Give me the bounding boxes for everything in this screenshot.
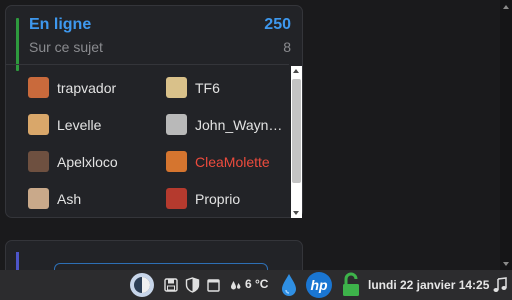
- svg-text:hp: hp: [310, 277, 328, 293]
- avatar: [28, 114, 49, 135]
- drops-icon: [230, 279, 242, 291]
- topic-label: Sur ce sujet: [29, 39, 103, 55]
- user-name: Proprio: [195, 190, 241, 207]
- avatar: [28, 77, 49, 98]
- scrollbar-thumb[interactable]: [292, 79, 301, 183]
- user-name: TF6: [195, 79, 220, 96]
- user-item[interactable]: Proprio: [166, 188, 240, 209]
- user-list-scrollbar[interactable]: [291, 66, 302, 218]
- user-name: trapvador: [57, 79, 117, 96]
- avatar: [28, 151, 49, 172]
- user-list: trapvador TF6 Levelle John_Wayn… Apelxlo…: [6, 64, 289, 221]
- lock-icon[interactable]: [340, 271, 362, 299]
- music-note-icon[interactable]: [492, 276, 508, 294]
- hp-icon[interactable]: hp: [304, 271, 334, 299]
- taskbar-clock[interactable]: lundi 22 janvier 14:25: [368, 278, 489, 292]
- avatar: [166, 114, 187, 135]
- user-item[interactable]: Ash: [28, 188, 81, 209]
- scroll-down-icon[interactable]: [293, 211, 299, 215]
- online-users-panel: En ligne 250 Sur ce sujet 8 trapvador TF…: [5, 5, 303, 218]
- online-count: 250: [264, 16, 291, 33]
- avatar: [166, 77, 187, 98]
- scroll-up-icon[interactable]: [503, 5, 509, 9]
- shield-icon[interactable]: [184, 276, 201, 294]
- avatar: [28, 188, 49, 209]
- user-name: CleaMolette: [195, 153, 270, 170]
- page-scrollbar[interactable]: [500, 0, 512, 270]
- user-item[interactable]: John_Wayn…: [166, 114, 282, 135]
- user-item[interactable]: Levelle: [28, 114, 101, 135]
- avatar: [166, 188, 187, 209]
- user-name: Apelxloco: [57, 153, 118, 170]
- user-name: Levelle: [57, 116, 102, 133]
- online-title: En ligne: [29, 16, 92, 33]
- sun-moon-icon[interactable]: [128, 272, 156, 298]
- save-icon[interactable]: [163, 277, 179, 293]
- water-drop-icon[interactable]: [279, 271, 299, 299]
- user-name: Ash: [57, 190, 82, 207]
- user-item[interactable]: CleaMolette: [166, 151, 270, 172]
- scroll-up-icon[interactable]: [293, 69, 299, 73]
- window-icon[interactable]: [205, 277, 221, 293]
- user-name: John_Wayn…: [195, 116, 283, 133]
- weather-temperature[interactable]: 6 °C: [245, 277, 268, 291]
- avatar: [166, 151, 187, 172]
- user-item[interactable]: TF6: [166, 77, 220, 98]
- scroll-down-icon[interactable]: [503, 262, 509, 266]
- user-item[interactable]: Apelxloco: [28, 151, 118, 172]
- user-item[interactable]: trapvador: [28, 77, 116, 98]
- topic-count: 8: [283, 39, 291, 55]
